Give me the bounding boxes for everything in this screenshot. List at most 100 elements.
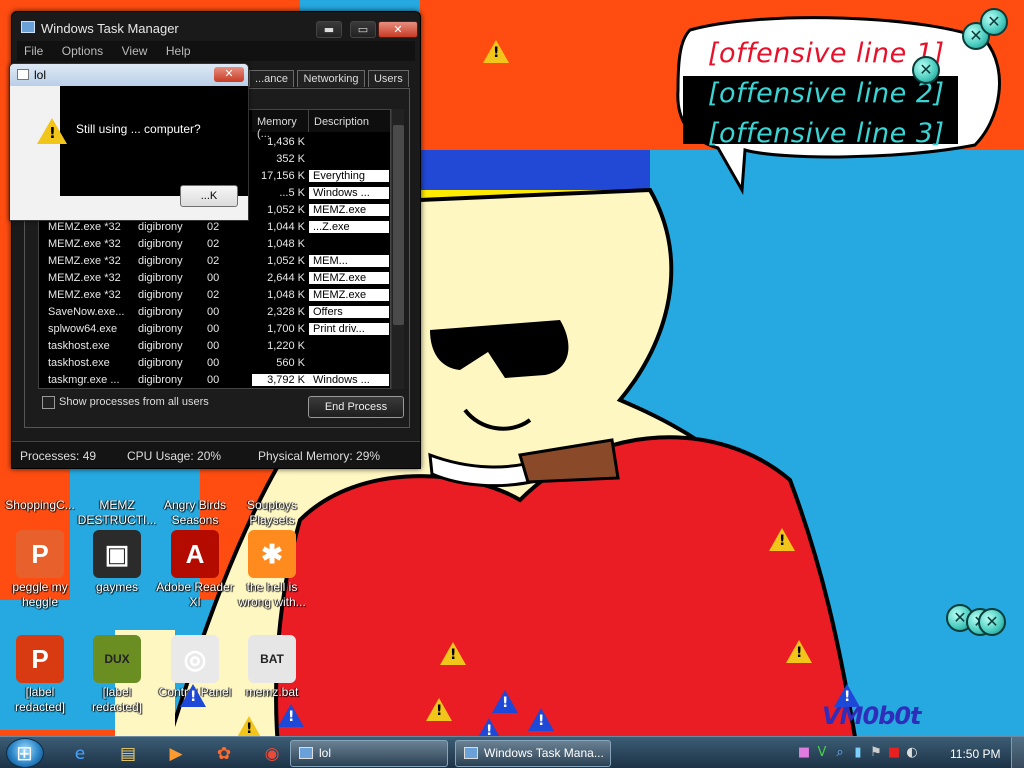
process-mem-cell: 1,048 K bbox=[267, 238, 305, 250]
column-header-description[interactable]: Description bbox=[309, 110, 390, 132]
task-manager-icon bbox=[464, 747, 478, 759]
tray-network-icon[interactable]: ▮ bbox=[851, 746, 865, 760]
speech-bubble-line: [offensive line 2] bbox=[708, 78, 945, 109]
process-row[interactable]: taskmgr.exe ... digibrony 00 3,792 K Windows… bbox=[39, 372, 390, 388]
minimize-button[interactable]: ▬ bbox=[316, 21, 342, 38]
taskbar: e ▤ ▶ ✿ ◉ lol Windows Task Mana... ■ V ⌕ ▮ ⚑ ■ ◐ 1… bbox=[0, 736, 1024, 768]
process-row[interactable]: MEMZ.exe *32 digibrony 00 2,644 K MEMZ.exe bbox=[39, 270, 390, 287]
menu-options[interactable]: Options bbox=[55, 41, 110, 58]
process-desc-cell: Windows ... bbox=[309, 187, 389, 199]
explorer-folder-icon[interactable]: ▤ bbox=[110, 741, 146, 767]
taskbar-task-manager-label: Windows Task Mana... bbox=[484, 746, 604, 760]
process-row[interactable]: MEMZ.exe *32 digibrony 02 1,052 K MEM... bbox=[39, 253, 390, 270]
process-row[interactable]: splwow64.exe digibrony 00 1,700 K Print driv… bbox=[39, 321, 390, 338]
internet-explorer-icon[interactable]: e bbox=[62, 741, 98, 767]
task-manager-titlebar[interactable]: Windows Task Manager ▬ ▭ ✕ bbox=[12, 12, 420, 40]
show-all-processes-checkbox[interactable] bbox=[42, 396, 55, 409]
paint-icon[interactable]: ✿ bbox=[206, 741, 242, 767]
status-processes: Processes: 49 bbox=[20, 449, 97, 463]
menu-view[interactable]: View bbox=[115, 41, 155, 58]
process-user-cell: digibrony bbox=[138, 255, 183, 267]
lol-dialog[interactable]: lol ✕ Still using ... computer? ...K bbox=[9, 63, 249, 221]
taskbar-lol[interactable]: lol bbox=[290, 740, 448, 767]
show-all-processes-label[interactable]: Show processes from all users bbox=[59, 396, 209, 408]
info-icon: ✕ bbox=[980, 8, 1008, 36]
start-button[interactable] bbox=[6, 738, 44, 768]
column-header-memory[interactable]: Memory (... bbox=[252, 110, 309, 140]
desktop-icon-label: memz.bat bbox=[245, 685, 299, 699]
process-cpu-cell: 00 bbox=[207, 374, 220, 386]
dux-icon: DUX bbox=[93, 635, 141, 683]
process-mem-cell: 560 K bbox=[276, 357, 305, 369]
process-mem-cell: 17,156 K bbox=[260, 170, 305, 182]
chrome-icon[interactable]: ◉ bbox=[254, 741, 290, 767]
tray-v-icon[interactable]: V bbox=[815, 746, 829, 760]
process-row[interactable]: taskhost.exe digibrony 00 1,220 K bbox=[39, 338, 390, 355]
lol-dialog-titlebar[interactable]: lol ✕ bbox=[10, 64, 248, 86]
process-desc-cell: Windows ... bbox=[309, 374, 389, 386]
tray-red-icon[interactable]: ■ bbox=[887, 746, 901, 760]
maximize-button[interactable]: ▭ bbox=[350, 21, 376, 38]
speech-bubble-text: [offensive line 1] [offensive line 2] [o… bbox=[708, 34, 978, 154]
media-player-icon[interactable]: ▶ bbox=[158, 741, 194, 767]
process-row[interactable]: MEMZ.exe *32 digibrony 02 1,048 K bbox=[39, 236, 390, 253]
process-cpu-cell: 00 bbox=[207, 340, 220, 352]
status-cpu-usage: CPU Usage: 20% bbox=[127, 449, 222, 463]
desktop-icon[interactable]: DUX [label redacted] bbox=[77, 635, 157, 715]
lol-dialog-ok-button[interactable]: ...K bbox=[180, 185, 238, 207]
close-button[interactable]: ✕ bbox=[378, 21, 418, 38]
process-cpu-cell: 00 bbox=[207, 323, 220, 335]
warning-icon bbox=[180, 684, 206, 707]
desktop-icon[interactable]: Ppeggle my heggle bbox=[0, 530, 80, 610]
lol-dialog-close-button[interactable]: ✕ bbox=[214, 67, 244, 82]
desktop-icon[interactable]: ✱ the hell is wrong with... bbox=[232, 530, 312, 610]
show-desktop-button[interactable] bbox=[1011, 737, 1024, 768]
process-row[interactable]: SaveNow.exe... digibrony 00 2,328 K Offers bbox=[39, 304, 390, 321]
tray-flag-icon[interactable]: ⚑ bbox=[869, 746, 883, 760]
process-desc-cell: MEM... bbox=[309, 255, 389, 267]
taskbar-task-manager[interactable]: Windows Task Mana... bbox=[455, 740, 611, 767]
process-list-scrollbar[interactable] bbox=[391, 109, 404, 389]
process-mem-cell: 1,048 K bbox=[267, 289, 305, 301]
process-mem-cell: 2,644 K bbox=[267, 272, 305, 284]
desktop-icon[interactable]: P [label redacted] bbox=[0, 635, 80, 715]
lol-dialog-message: Still using ... computer? bbox=[76, 122, 201, 136]
tray-search-icon[interactable]: ⌕ bbox=[833, 746, 847, 760]
process-row[interactable]: MEMZ.exe *32 digibrony 02 1,044 K ...Z.exe bbox=[39, 219, 390, 236]
process-desc-cell: ...Z.exe bbox=[309, 221, 389, 233]
process-mem-cell: 1,052 K bbox=[267, 204, 305, 216]
clock[interactable]: 11:50 PM bbox=[950, 747, 1000, 761]
menu-help[interactable]: Help bbox=[159, 41, 198, 58]
info-icon: ✕ bbox=[912, 56, 940, 84]
process-cpu-cell: 02 bbox=[207, 221, 220, 233]
process-name-cell: MEMZ.exe *32 bbox=[48, 238, 121, 250]
process-row[interactable]: MEMZ.exe *32 digibrony 02 1,048 K MEMZ.exe bbox=[39, 287, 390, 304]
process-user-cell: digibrony bbox=[138, 323, 183, 335]
scrollbar-thumb[interactable] bbox=[393, 125, 404, 325]
status-bar: Processes: 49 CPU Usage: 20% Physical Me… bbox=[12, 441, 420, 468]
process-mem-cell: ...5 K bbox=[279, 187, 305, 199]
process-mem-cell: 352 K bbox=[276, 153, 305, 165]
process-user-cell: digibrony bbox=[138, 272, 183, 284]
desktop-icon[interactable]: A Adobe Reader XI bbox=[155, 530, 235, 610]
desktop-icon[interactable]: BAT memz.bat bbox=[232, 635, 312, 700]
taskbar-lol-label: lol bbox=[319, 746, 332, 760]
peggle-icon: P bbox=[16, 530, 64, 578]
warning-icon bbox=[426, 698, 452, 721]
end-process-button[interactable]: End Process bbox=[308, 396, 404, 418]
process-row[interactable]: taskhost.exe digibrony 00 560 K bbox=[39, 355, 390, 372]
tray-square-icon[interactable]: ■ bbox=[797, 746, 811, 760]
desktop-icon-label: Souptoys Playsets bbox=[246, 498, 298, 527]
desktop-icon-label: Adobe Reader XI bbox=[156, 580, 234, 609]
tab-performance[interactable]: ...ance bbox=[249, 70, 295, 87]
process-name-cell: taskhost.exe bbox=[48, 340, 110, 352]
warning-icon bbox=[769, 528, 795, 551]
tray-volume-icon[interactable]: ◐ bbox=[905, 746, 919, 760]
process-mem-cell: 1,044 K bbox=[267, 221, 305, 233]
desktop-icon[interactable]: ▣ gaymes bbox=[77, 530, 157, 595]
menu-file[interactable]: File bbox=[17, 41, 50, 58]
desktop-icon-label: MEMZ DESTRUCTI... bbox=[77, 498, 157, 527]
tab-users[interactable]: Users bbox=[367, 70, 409, 87]
tab-networking[interactable]: Networking bbox=[297, 70, 365, 87]
process-cpu-cell: 00 bbox=[207, 272, 220, 284]
